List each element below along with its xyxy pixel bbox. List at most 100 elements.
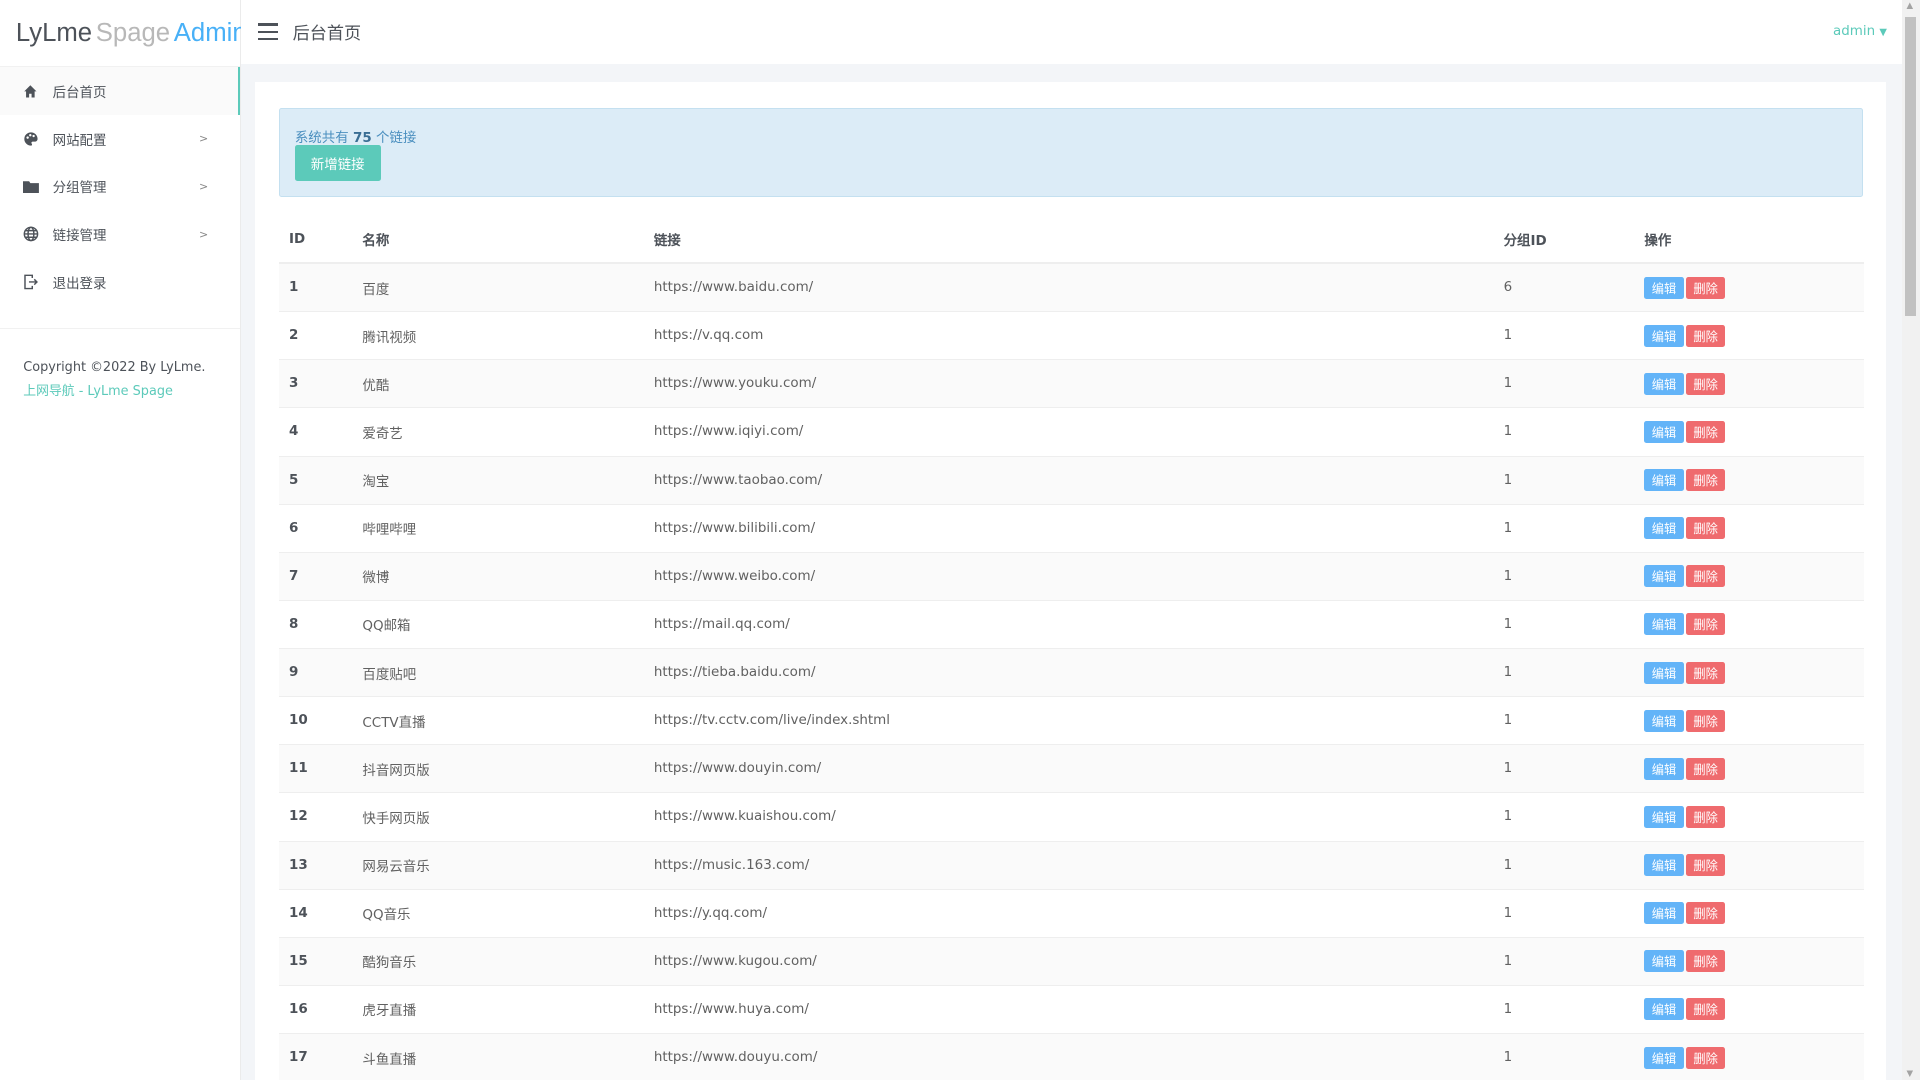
edit-button[interactable]: 编辑 [1644, 950, 1684, 973]
cell-group-id: 1 [1502, 456, 1644, 505]
delete-button[interactable]: 删除 [1686, 757, 1726, 780]
scroll-up-icon[interactable]: ▲ [1907, 1, 1914, 11]
cell-url: https://tieba.baidu.com/ [652, 648, 1503, 698]
sidebar-item-label: 网站配置 [52, 133, 107, 149]
delete-button[interactable]: 删除 [1686, 469, 1726, 492]
user-menu[interactable]: admin ▼ [1833, 24, 1887, 39]
cell-group-id: 1 [1502, 792, 1644, 842]
copyright: Copyright ©2022 By LyLme. 上网导航 - LyLme S… [0, 327, 240, 432]
sidebar-nav: 后台首页 网站配置 > 分组管理 > 链接管理 > 退出登录 [0, 67, 240, 306]
edit-button[interactable]: 编辑 [1644, 661, 1684, 684]
edit-button[interactable]: 编辑 [1644, 469, 1684, 492]
edit-button[interactable]: 编辑 [1644, 757, 1684, 780]
cell-actions: 编辑 删除 [1643, 696, 1864, 746]
cell-id: 9 [279, 648, 362, 698]
edit-button[interactable]: 编辑 [1644, 565, 1684, 588]
link-count-alert: 系统共有 75 个链接 新增链接 [279, 107, 1864, 197]
cell-actions: 编辑 删除 [1643, 937, 1864, 986]
sidebar-item-4[interactable]: 退出登录 [0, 258, 240, 306]
chevron-right-icon: > [198, 227, 209, 241]
cell-url: https://www.kugou.com/ [652, 937, 1503, 986]
delete-button[interactable]: 删除 [1686, 372, 1726, 395]
cell-url: https://www.douyin.com/ [652, 744, 1503, 794]
edit-button[interactable]: 编辑 [1644, 805, 1684, 828]
scroll-down-icon[interactable]: ▼ [1907, 1069, 1914, 1079]
cell-actions: 编辑 删除 [1643, 792, 1864, 842]
menu-toggle-icon[interactable] [258, 23, 278, 41]
cell-group-id: 1 [1502, 504, 1644, 553]
edit-button[interactable]: 编辑 [1644, 613, 1684, 636]
scrollbar[interactable]: ▲ ▼ [1901, 0, 1920, 1080]
delete-button[interactable]: 删除 [1686, 1046, 1726, 1069]
delete-button[interactable]: 删除 [1686, 805, 1726, 828]
table-row: 17 斗鱼直播 https://www.douyu.com/1 编辑 删除 [279, 1033, 1864, 1080]
cell-url: https://www.kuaishou.com/ [652, 792, 1503, 842]
edit-button[interactable]: 编辑 [1644, 276, 1684, 299]
edit-button[interactable]: 编辑 [1644, 902, 1684, 925]
delete-button[interactable]: 删除 [1686, 661, 1726, 684]
delete-button[interactable]: 删除 [1686, 565, 1726, 588]
sidebar-item-label: 退出登录 [52, 276, 107, 292]
table-row: 3 优酷 https://www.youku.com/1 编辑 删除 [279, 359, 1864, 409]
edit-button[interactable]: 编辑 [1644, 324, 1684, 347]
cell-name: 抖音网页版 [361, 744, 653, 794]
delete-button[interactable]: 删除 [1686, 709, 1726, 732]
cell-actions: 编辑 删除 [1643, 600, 1864, 650]
cell-actions: 编辑 删除 [1643, 263, 1864, 313]
cell-url: https://www.youku.com/ [652, 359, 1503, 409]
logo[interactable]: LyLme Spage Admin [0, 0, 247, 68]
add-link-button[interactable]: 新增链接 [294, 145, 381, 181]
delete-button[interactable]: 删除 [1686, 902, 1726, 925]
cell-id: 10 [279, 696, 362, 746]
table-row: 7 微博 https://www.weibo.com/1 编辑 删除 [279, 552, 1864, 601]
edit-button[interactable]: 编辑 [1644, 420, 1684, 443]
edit-button[interactable]: 编辑 [1644, 854, 1684, 877]
footer-link[interactable]: 上网导航 - LyLme Spage [23, 384, 173, 399]
sidebar: LyLme Spage Admin 后台首页 网站配置 > 分组管理 > 链接管理 > 退出登录 … [0, 0, 247, 1080]
scrollbar-thumb[interactable] [1905, 17, 1917, 316]
cell-name: 哔哩哔哩 [361, 504, 653, 553]
table-row: 1 百度 https://www.baidu.com/6 编辑 删除 [279, 263, 1864, 313]
cell-url: https://www.bilibili.com/ [652, 504, 1503, 553]
globe-icon [22, 226, 39, 243]
sidebar-item-2[interactable]: 分组管理 > [0, 163, 240, 211]
edit-button[interactable]: 编辑 [1644, 372, 1684, 395]
delete-button[interactable]: 删除 [1686, 854, 1726, 877]
sidebar-item-1[interactable]: 网站配置 > [0, 115, 240, 163]
cell-group-id: 1 [1502, 311, 1644, 361]
delete-button[interactable]: 删除 [1686, 998, 1726, 1021]
cell-id: 1 [279, 263, 362, 313]
delete-button[interactable]: 删除 [1686, 613, 1726, 636]
cell-id: 7 [279, 552, 362, 601]
sidebar-item-label: 链接管理 [52, 229, 107, 245]
cell-url: https://music.163.com/ [652, 841, 1503, 890]
cell-id: 3 [279, 359, 362, 409]
cell-url: https://v.qq.com [652, 311, 1503, 361]
cell-url: https://tv.cctv.com/live/index.shtml [652, 696, 1503, 746]
cell-id: 11 [279, 744, 362, 794]
edit-button[interactable]: 编辑 [1644, 709, 1684, 732]
cell-group-id: 1 [1502, 359, 1644, 409]
delete-button[interactable]: 删除 [1686, 276, 1726, 299]
cell-id: 6 [279, 504, 362, 553]
edit-button[interactable]: 编辑 [1644, 1046, 1684, 1069]
cell-actions: 编辑 删除 [1643, 648, 1864, 698]
cell-name: 斗鱼直播 [361, 1033, 653, 1080]
delete-button[interactable]: 删除 [1686, 517, 1726, 540]
edit-button[interactable]: 编辑 [1644, 517, 1684, 540]
edit-button[interactable]: 编辑 [1644, 998, 1684, 1021]
table-row: 5 淘宝 https://www.taobao.com/1 编辑 删除 [279, 456, 1864, 505]
delete-button[interactable]: 删除 [1686, 950, 1726, 973]
delete-button[interactable]: 删除 [1686, 420, 1726, 443]
delete-button[interactable]: 删除 [1686, 324, 1726, 347]
sidebar-item-0[interactable]: 后台首页 [0, 67, 240, 115]
header: 后台首页 admin ▼ [241, 0, 1902, 64]
column-header: ID [279, 216, 362, 264]
cell-actions: 编辑 删除 [1643, 456, 1864, 505]
chevron-right-icon: > [198, 179, 209, 193]
sidebar-item-3[interactable]: 链接管理 > [0, 210, 240, 258]
table-row: 14 QQ音乐 https://y.qq.com/1 编辑 删除 [279, 889, 1864, 938]
table-row: 8 QQ邮箱 https://mail.qq.com/1 编辑 删除 [279, 600, 1864, 650]
cell-url: https://www.huya.com/ [652, 985, 1503, 1035]
link-count: 75 [352, 130, 372, 146]
